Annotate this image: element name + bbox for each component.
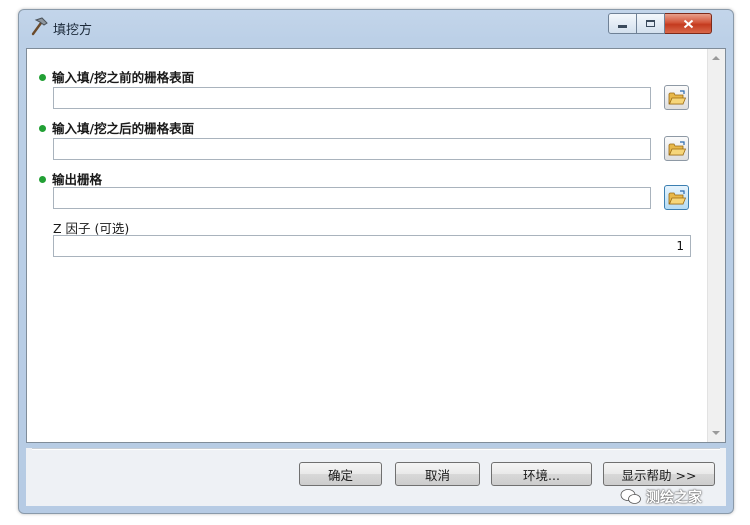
param-label-output-raster: 输出栅格 [39,169,102,188]
ok-button[interactable]: 确定 [299,462,382,486]
watermark-text: 测绘之家 [646,490,702,506]
footer-divider [32,448,720,450]
after-raster-input[interactable] [53,138,651,160]
browse-output-raster-button[interactable] [664,185,689,210]
close-icon [683,19,693,28]
watermark: 测绘之家 [620,487,702,507]
environments-button[interactable]: 环境... [491,462,592,486]
param-label-after-raster: 输入填/挖之后的栅格表面 [39,118,194,137]
maximize-button[interactable] [637,13,665,34]
browse-after-raster-button[interactable] [664,136,689,161]
cancel-button[interactable]: 取消 [395,462,480,486]
open-folder-icon [668,189,686,204]
window-title: 填挖方 [53,23,93,38]
scroll-down-icon[interactable] [712,431,720,435]
before-raster-input[interactable] [53,87,651,109]
required-dot-icon [39,125,46,132]
parameter-panel: 输入填/挖之前的栅格表面 输入填/挖之后的栅格表面 输出栅格 Z 因子 (可选)… [26,48,726,443]
chat-bubble-icon [620,489,641,504]
minimize-icon [618,25,627,28]
open-folder-icon [668,89,686,104]
output-raster-input[interactable] [53,187,651,209]
required-dot-icon [39,176,46,183]
maximize-icon [646,20,655,27]
title-bar[interactable]: 填挖方 [19,10,733,42]
vertical-scrollbar[interactable] [707,49,725,442]
minimize-button[interactable] [608,13,637,34]
open-folder-icon [668,140,686,155]
z-factor-input[interactable] [53,235,691,257]
required-dot-icon [39,74,46,81]
dialog-window: 填挖方 输入填/挖之前的栅格表面 输入填/挖之后的栅格表面 输出栅格 Z 因子 … [18,9,734,514]
hammer-icon [27,15,49,37]
param-label-before-raster: 输入填/挖之前的栅格表面 [39,67,194,86]
scroll-up-icon[interactable] [712,56,720,60]
show-help-button[interactable]: 显示帮助 >> [603,462,715,486]
browse-before-raster-button[interactable] [664,85,689,110]
close-button[interactable] [665,13,712,34]
